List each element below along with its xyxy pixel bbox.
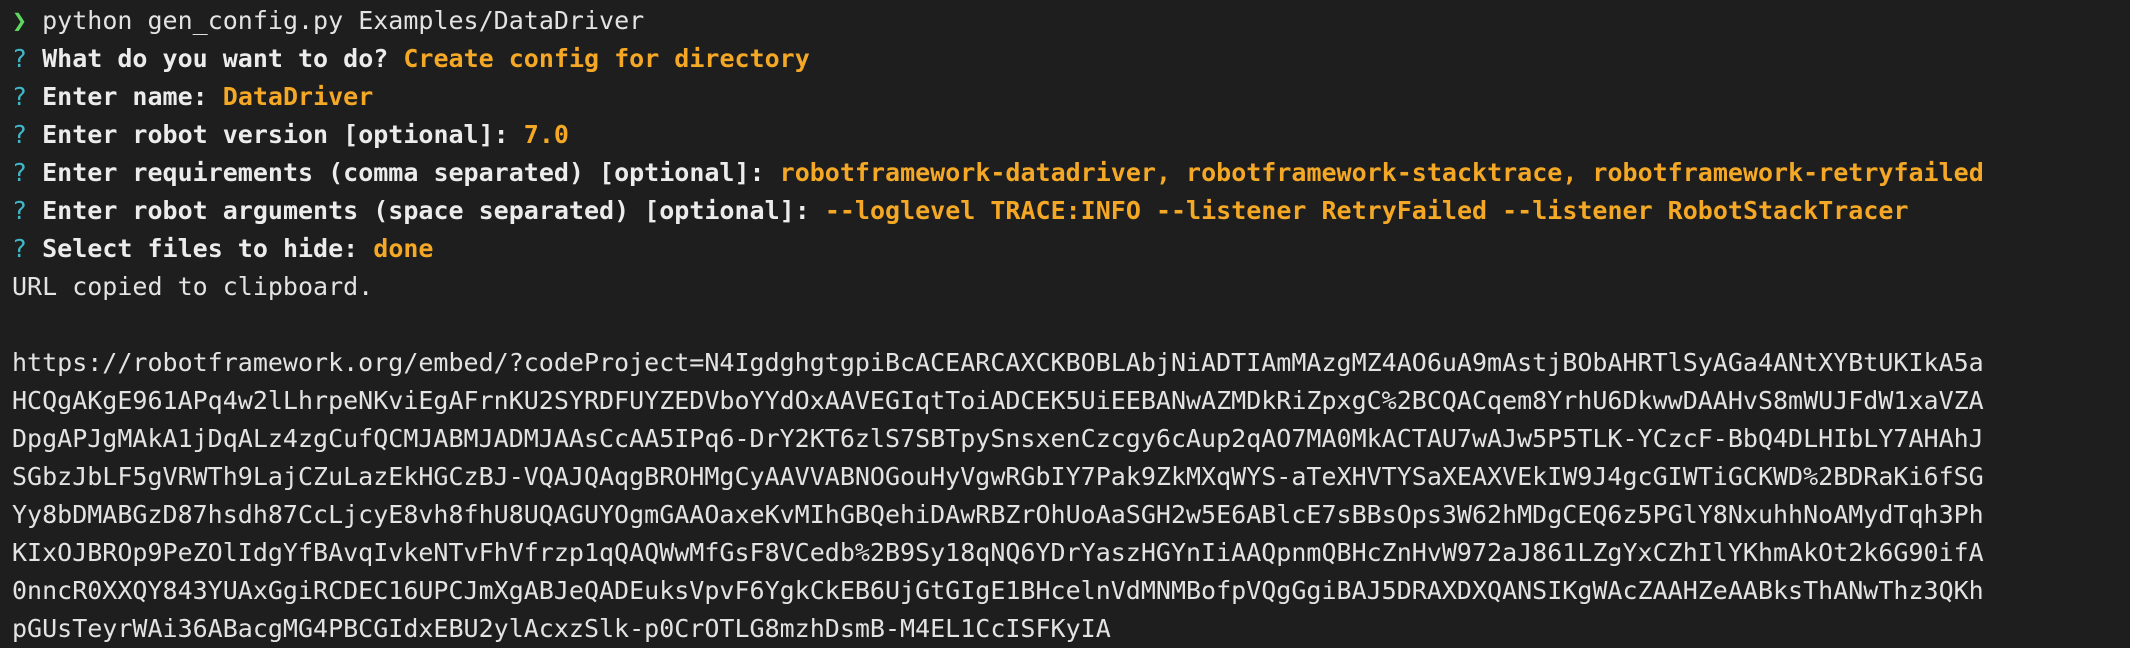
url-line: Yy8bDMABGzD87hsdh87CcLjcyE8vh8fhU8UQAGUY… — [12, 500, 1984, 529]
prompt-answer: DataDriver — [222, 82, 374, 111]
prompt-answer: Create config for directory — [403, 44, 810, 73]
question-mark-icon: ? — [12, 196, 28, 225]
question-mark-icon: ? — [12, 44, 28, 73]
prompt-answer: 7.0 — [523, 120, 569, 149]
prompt-question: What do you want to do? — [42, 44, 389, 73]
command-text: python gen_config.py Examples/DataDriver — [42, 6, 645, 35]
prompt-line: ? Enter robot arguments (space separated… — [12, 192, 2130, 230]
question-mark-icon: ? — [12, 234, 28, 263]
status-message: URL copied to clipboard. — [12, 272, 374, 301]
prompt-line: ? Enter name: DataDriver — [12, 78, 2130, 116]
terminal-output: ❯ python gen_config.py Examples/DataDriv… — [12, 2, 2130, 648]
prompt-question: Enter robot arguments (space separated) … — [42, 196, 810, 225]
url-line: KIxOJBROp9PeZOlIdgYfBAvqIvkeNTvFhVfrzp1q… — [12, 538, 1984, 567]
url-line: pGUsTeyrWAi36ABacgMG4PBCGIdxEBU2ylAcxzSl… — [12, 614, 1111, 643]
url-line: HCQgAKgE961APq4w2lLhrpeNKviEgAFrnKU2SYRD… — [12, 386, 1984, 415]
prompt-question: Select files to hide: — [42, 234, 359, 263]
prompt-answer: done — [373, 234, 434, 263]
question-mark-icon: ? — [12, 120, 28, 149]
url-output[interactable]: https://robotframework.org/embed/?codePr… — [12, 344, 2130, 648]
prompt-line: ? What do you want to do? Create config … — [12, 40, 2130, 78]
prompt-question: Enter requirements (comma separated) [op… — [42, 158, 765, 187]
url-line: 0nncR0XXQY843YUAxGgiRCDEC16UPCJmXgABJeQA… — [12, 576, 1984, 605]
prompt-line: ? Enter robot version [optional]: 7.0 — [12, 116, 2130, 154]
prompt-arrow-icon: ❯ — [12, 6, 28, 35]
prompt-line: ? Enter requirements (comma separated) [… — [12, 154, 2130, 192]
prompt-answer: --loglevel TRACE:INFO --listener RetryFa… — [824, 196, 1909, 225]
command-line: ❯ python gen_config.py Examples/DataDriv… — [12, 2, 2130, 40]
prompt-answer: robotframework-datadriver, robotframewor… — [779, 158, 1984, 187]
url-line: DpgAPJgMAkA1jDqALz4zgCufQCMJABMJADMJAAsC… — [12, 424, 1984, 453]
prompt-line: ? Select files to hide: done — [12, 230, 2130, 268]
url-line: https://robotframework.org/embed/?codePr… — [12, 348, 1984, 377]
question-mark-icon: ? — [12, 158, 28, 187]
prompt-question: Enter robot version [optional]: — [42, 120, 509, 149]
question-mark-icon: ? — [12, 82, 28, 111]
prompt-question: Enter name: — [42, 82, 208, 111]
url-line: SGbzJbLF5gVRWTh9LajCZuLazEkHGCzBJ-VQAJQA… — [12, 462, 1984, 491]
